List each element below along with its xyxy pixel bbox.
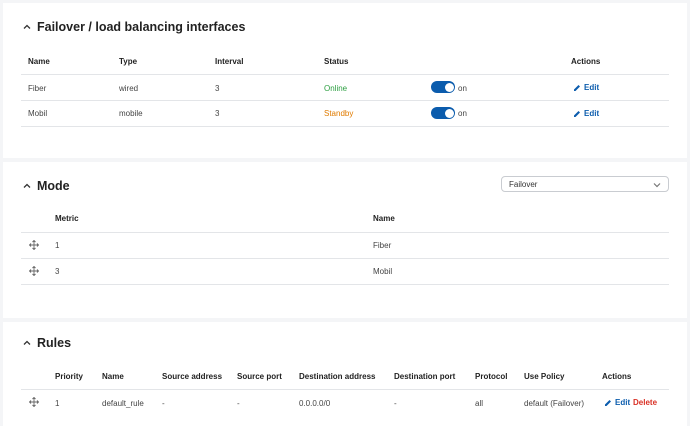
interface-name: Mobil [373,267,393,276]
edit-button[interactable]: Edit [573,109,599,118]
mode-select[interactable]: Failover [501,176,669,192]
col-header-destination-port: Destination port [394,372,456,381]
interfaces-card: Failover / load balancing interfaces Nam… [3,3,687,158]
header-divider [21,389,669,390]
header-divider [21,232,669,233]
rule-use-policy: default (Failover) [524,399,585,408]
col-header-use-policy: Use Policy [524,372,565,381]
chevron-up-icon[interactable] [21,21,33,33]
mode-select-value: Failover [509,179,538,189]
chevron-up-icon[interactable] [21,337,33,349]
mode-section-header[interactable]: Mode [21,179,70,193]
metric-value: 1 [55,241,60,250]
status-badge: Online [324,84,348,93]
row-divider [21,100,669,101]
interfaces-section-header[interactable]: Failover / load balancing interfaces [21,20,245,34]
col-header-metric: Metric [55,214,79,223]
col-header-name: Name [373,214,395,223]
metric-value: 3 [55,267,60,276]
edit-button[interactable]: Edit [573,83,599,92]
row-divider [21,126,669,127]
chevron-up-icon[interactable] [21,180,33,192]
col-header-name: Name [28,57,50,66]
col-header-destination-address: Destination address [299,372,376,381]
row-divider [21,284,669,285]
chevron-down-icon [653,183,661,188]
rule-source-address: - [162,399,165,408]
toggle-label: on [458,84,467,93]
rule-destination-address: 0.0.0.0/0 [299,399,331,408]
drag-handle-icon[interactable] [29,240,39,250]
pencil-icon [574,110,580,117]
interfaces-title: Failover / load balancing interfaces [37,20,246,34]
interface-name: Fiber [28,84,47,93]
col-header-status: Status [324,57,349,66]
mode-card: Mode Failover Metric Name 1 Fiber 3 Mobi… [3,162,687,318]
rules-card: Rules Priority Name Source address Sourc… [3,322,687,426]
enable-toggle[interactable] [431,107,455,119]
rule-destination-port: - [394,399,397,408]
rule-name: default_rule [102,399,144,408]
interface-interval: 3 [215,84,220,93]
interface-type: mobile [119,109,143,118]
rule-priority: 1 [55,399,60,408]
col-header-source-address: Source address [162,372,223,381]
interface-type: wired [119,84,139,93]
status-badge: Standby [324,109,354,118]
col-header-protocol: Protocol [475,372,508,381]
rules-section-header[interactable]: Rules [21,336,71,350]
rule-protocol: all [475,399,484,408]
col-header-priority: Priority [55,372,84,381]
delete-button[interactable]: Delete [633,398,657,407]
rules-title: Rules [37,336,72,350]
toggle-label: on [458,109,467,118]
edit-button[interactable]: Edit [604,398,630,407]
interface-interval: 3 [215,109,220,118]
header-divider [21,74,669,75]
drag-handle-icon[interactable] [29,266,39,276]
drag-handle-icon[interactable] [29,397,39,407]
col-header-interval: Interval [215,57,244,66]
interface-name: Mobil [28,109,48,118]
pencil-icon [605,399,611,406]
enable-toggle[interactable] [431,81,455,93]
col-header-actions: Actions [602,372,632,381]
interface-name: Fiber [373,241,392,250]
rule-source-port: - [237,399,240,408]
col-header-source-port: Source port [237,372,282,381]
mode-title: Mode [37,179,70,193]
pencil-icon [574,84,580,91]
col-header-actions: Actions [571,57,601,66]
col-header-type: Type [119,57,138,66]
row-divider [21,258,669,259]
col-header-name: Name [102,372,124,381]
